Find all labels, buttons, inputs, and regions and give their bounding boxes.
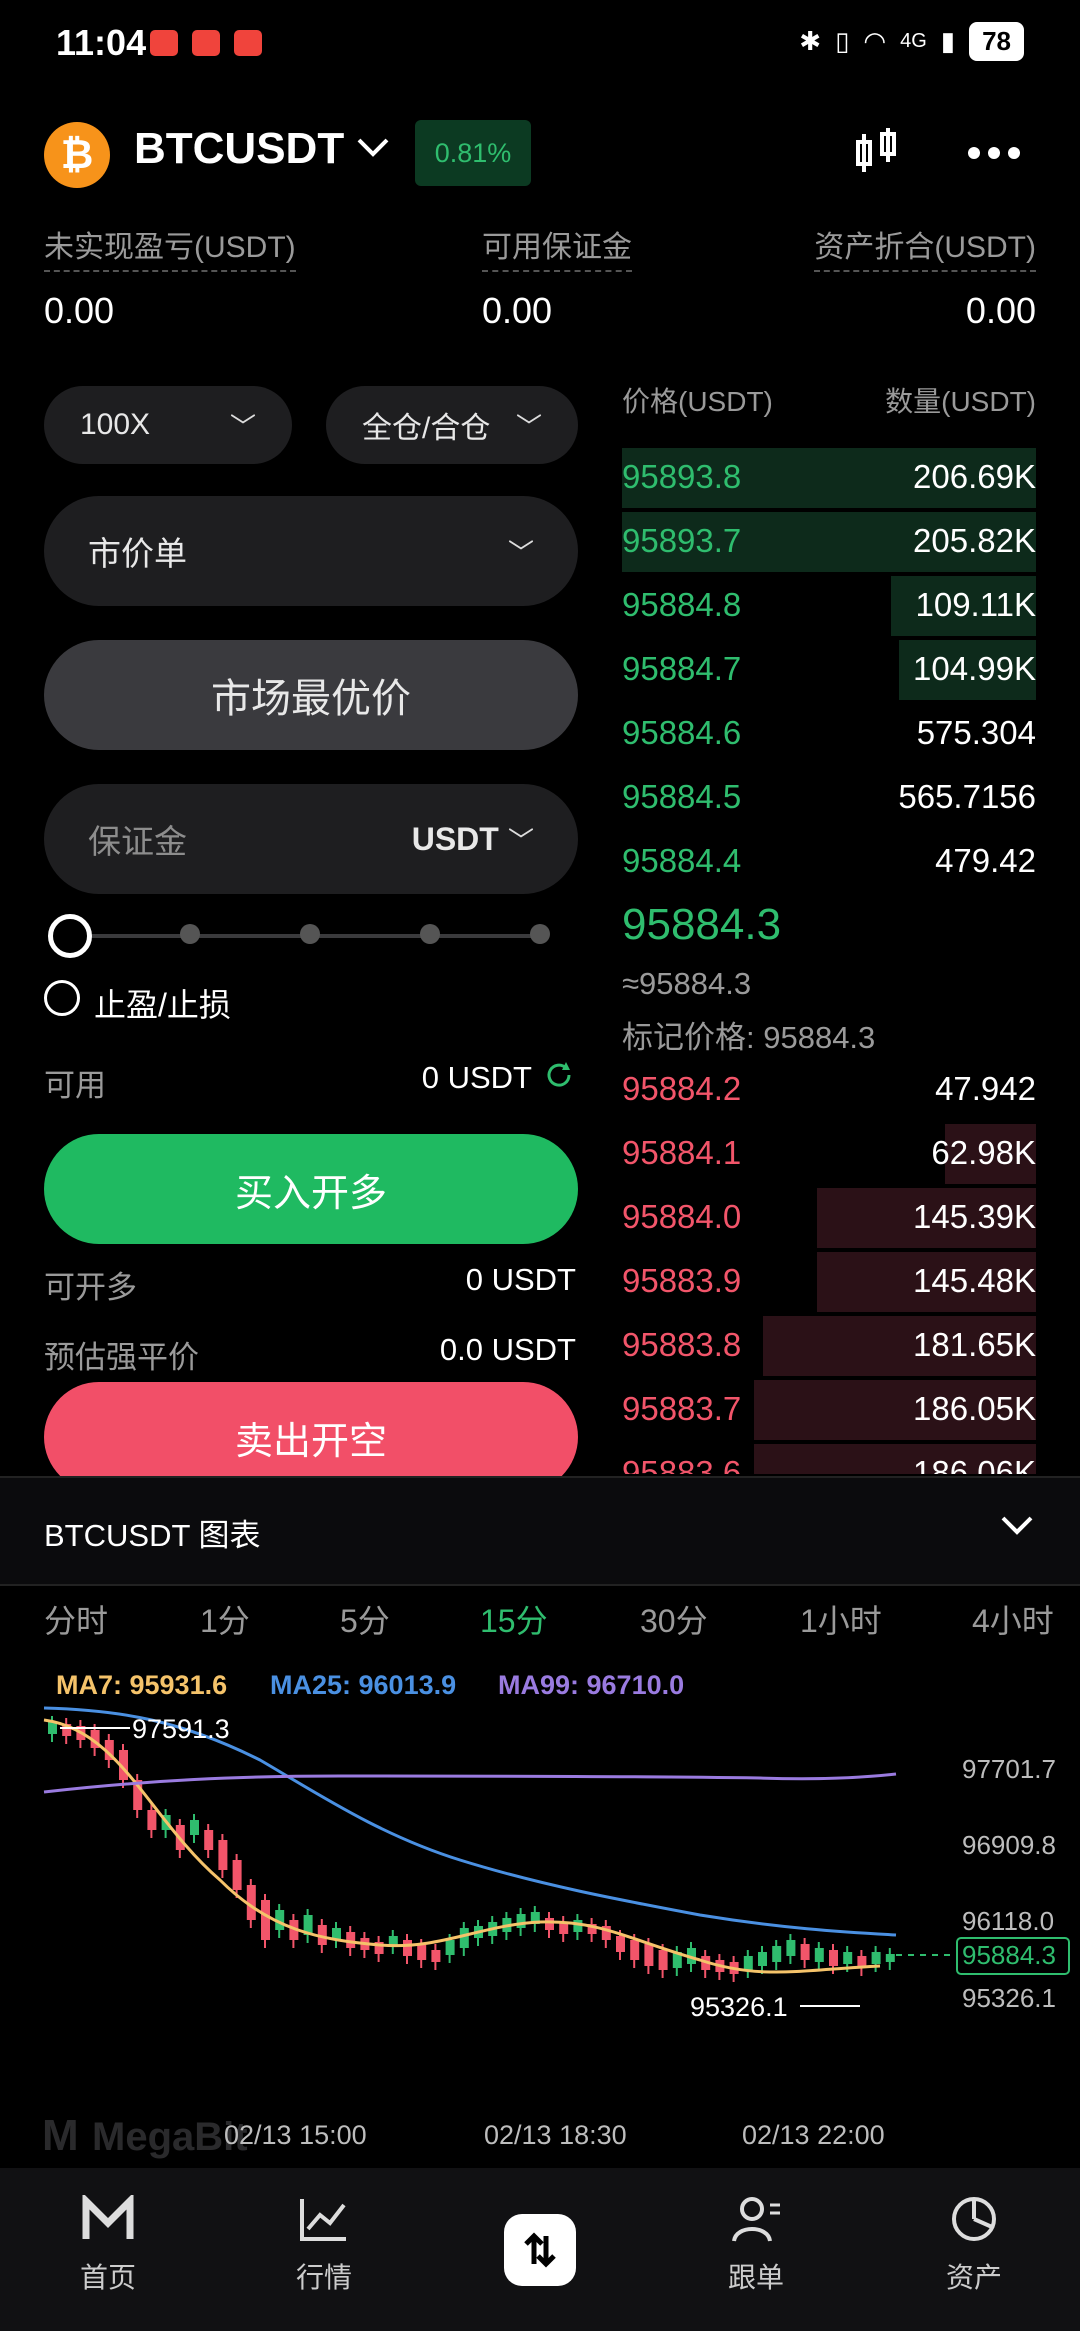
candle-body (829, 1950, 838, 1966)
orderbook-price: 95883.6 (622, 1454, 742, 1474)
orderbook-qty: 145.48K (913, 1262, 1036, 1299)
timeframe-tab[interactable]: 4小时 (972, 1596, 1054, 1642)
candle-body (431, 1950, 441, 1962)
orderbook-price: 95884.1 (622, 1134, 742, 1171)
orderbook-price: 95883.9 (622, 1262, 742, 1299)
nav-assets[interactable]: 资产 (904, 2195, 1044, 2296)
nav-home[interactable]: 首页 (38, 2192, 178, 2296)
candle-body (545, 1918, 554, 1930)
home-icon (82, 2192, 134, 2239)
x-tick-label: 02/13 15:00 (224, 2120, 367, 2150)
candle-body (204, 1830, 214, 1850)
timeframe-tab[interactable]: 30分 (640, 1596, 708, 1642)
x-tick-label: 02/13 22:00 (742, 2120, 885, 2150)
candle-body (758, 1952, 767, 1966)
orderbook-price: 95884.2 (622, 1070, 742, 1107)
candle-body (218, 1840, 228, 1870)
copy-trade-icon (732, 2197, 780, 2242)
nav-label: 首页 (79, 2262, 136, 2293)
orderbook-bids: 95884.2 47.942 95884.1 62.98K 95884.0 145.39K… (0, 0, 1080, 1474)
nav-label: 跟单 (727, 2262, 784, 2293)
candle-body (147, 1810, 157, 1830)
candle-body (459, 1928, 469, 1948)
candle-body (261, 1900, 270, 1940)
candle-body (772, 1946, 782, 1962)
current-price-label: 95884.3 (962, 1940, 1056, 1970)
orderbook-row[interactable]: 95883.8 181.65K (622, 1316, 1036, 1376)
candle-body (800, 1944, 810, 1960)
price-chart[interactable]: M MegaBit 97591.3 95326.1 95884.3 97701.… (0, 1700, 1080, 2168)
candle-body (232, 1860, 242, 1890)
orderbook-price: 95883.8 (622, 1326, 742, 1363)
orderbook-row[interactable]: 95883.6 186.06K (622, 1444, 1036, 1474)
orderbook-qty: 181.65K (913, 1326, 1036, 1363)
ma25-label: MA25: 96013.9 (270, 1670, 457, 1700)
candle-body (786, 1940, 796, 1956)
ma7-label: MA7: 95931.6 (56, 1670, 228, 1700)
market-icon (300, 2199, 346, 2241)
orderbook-row[interactable]: 95884.0 145.39K (622, 1188, 1036, 1248)
assets-icon (952, 2197, 996, 2241)
candle-body (885, 1954, 895, 1962)
orderbook-price: 95883.7 (622, 1390, 742, 1427)
candle-body (573, 1920, 583, 1932)
orderbook-price: 95884.0 (622, 1198, 742, 1235)
candle-body (445, 1940, 455, 1955)
chevron-down-icon[interactable] (1000, 1508, 1034, 1547)
candle-body (658, 1950, 668, 1970)
candle-body (843, 1952, 853, 1964)
nav-copy-trade[interactable]: 跟单 (686, 2195, 826, 2296)
y-tick-label: 96118.0 (962, 1906, 1054, 1936)
orderbook-row[interactable]: 95884.1 62.98K (622, 1124, 1036, 1184)
nav-label: 资产 (945, 2262, 1002, 2293)
timeframe-tab[interactable]: 15分 (480, 1596, 548, 1642)
candle-body (516, 1914, 526, 1928)
nav-label: 行情 (295, 2262, 352, 2293)
orderbook-qty: 145.39K (913, 1198, 1036, 1235)
orderbook-qty: 47.942 (935, 1070, 1036, 1107)
low-price-label: 95326.1 (690, 1992, 788, 2022)
orderbook-qty: 186.06K (913, 1454, 1036, 1474)
watermark-logo: M (42, 2111, 79, 2160)
x-tick-label: 02/13 18:30 (484, 2120, 627, 2150)
orderbook-qty: 62.98K (931, 1134, 1036, 1171)
nav-market[interactable]: 行情 (254, 2195, 394, 2296)
nav-trade[interactable] (504, 2214, 576, 2286)
y-tick-label: 97701.7 (962, 1754, 1056, 1784)
timeframe-tab[interactable]: 1分 (200, 1596, 250, 1642)
candle-body (814, 1948, 824, 1962)
candle-body (190, 1820, 199, 1835)
y-tick-label: 95326.1 (962, 1983, 1056, 2013)
ma99-line (43, 1772, 897, 1794)
high-price-label: 97591.3 (132, 1714, 230, 1744)
candle-body (871, 1952, 881, 1964)
candle-body (403, 1940, 412, 1956)
trade-icon (524, 2232, 556, 2268)
timeframe-tab[interactable]: 1小时 (800, 1596, 882, 1642)
candle-body (417, 1945, 427, 1960)
orderbook-qty: 186.05K (913, 1390, 1036, 1427)
y-tick-label: 96909.8 (962, 1830, 1056, 1860)
candle-body (644, 1944, 654, 1966)
candle-body (616, 1936, 625, 1952)
ma99-label: MA99: 96710.0 (498, 1670, 685, 1700)
orderbook-row[interactable]: 95883.7 186.05K (622, 1380, 1036, 1440)
timeframe-tab[interactable]: 分时 (44, 1596, 108, 1642)
timeframe-tab[interactable]: 5分 (340, 1596, 390, 1642)
candle-body (630, 1940, 640, 1960)
candles (48, 1716, 895, 1982)
orderbook-row[interactable]: 95884.2 47.942 (622, 1060, 1036, 1120)
candle-body (743, 1956, 753, 1970)
chart-title: BTCUSDT 图表 (44, 1518, 261, 1553)
orderbook-row[interactable]: 95883.9 145.48K (622, 1252, 1036, 1312)
